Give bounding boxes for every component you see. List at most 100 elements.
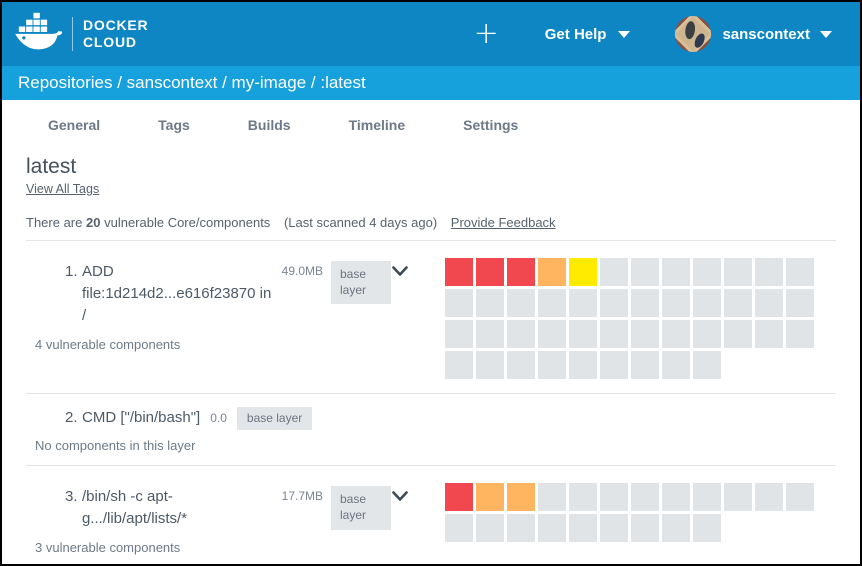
- get-help-menu[interactable]: Get Help: [545, 26, 631, 43]
- layer-row: 3. /bin/sh -c apt-g.../lib/apt/lists/* 1…: [26, 466, 836, 566]
- vuln-square-empty: [631, 258, 659, 286]
- vuln-square-empty: [600, 351, 628, 379]
- vuln-square-empty: [693, 320, 721, 348]
- chevron-down-icon[interactable]: [392, 264, 408, 282]
- user-menu[interactable]: sanscontext: [674, 15, 832, 53]
- vuln-square-empty: [755, 320, 783, 348]
- vuln-square-empty: [662, 483, 690, 511]
- vuln-square-empty: [569, 320, 597, 348]
- layer-row: 1. ADD file:1d214d2...e616f23870 in / 49…: [26, 241, 836, 393]
- layer-command: /bin/sh -c apt-g.../lib/apt/lists/*: [82, 486, 274, 530]
- scan-suffix: vulnerable Core/components: [104, 215, 270, 230]
- breadcrumb[interactable]: Repositories / sanscontext / my-image / …: [18, 73, 366, 93]
- layer-badge: base layer: [331, 261, 391, 304]
- vuln-square-empty: [600, 320, 628, 348]
- vuln-square-empty: [662, 258, 690, 286]
- vuln-square-empty: [600, 258, 628, 286]
- vuln-square-critical: [476, 258, 504, 286]
- tab-general[interactable]: General: [48, 117, 100, 133]
- vuln-square-empty: [662, 514, 690, 542]
- layer-number: 2.: [65, 407, 82, 429]
- vuln-square-empty: [662, 351, 690, 379]
- vuln-square-empty: [507, 320, 535, 348]
- vuln-square-empty: [600, 483, 628, 511]
- layer-note: 4 vulnerable components: [35, 337, 445, 352]
- vuln-square-empty: [662, 320, 690, 348]
- vuln-square-empty: [693, 483, 721, 511]
- vuln-square-empty: [693, 351, 721, 379]
- vuln-square-empty: [445, 514, 473, 542]
- vuln-square-empty: [445, 289, 473, 317]
- vuln-square-empty: [569, 351, 597, 379]
- vuln-square-empty: [507, 514, 535, 542]
- vuln-square-empty: [538, 351, 566, 379]
- vuln-square-empty: [724, 289, 752, 317]
- vuln-square-empty: [476, 351, 504, 379]
- vuln-square-empty: [631, 289, 659, 317]
- view-all-tags-link[interactable]: View All Tags: [26, 182, 99, 196]
- vuln-square-empty: [786, 258, 814, 286]
- layer-note: No components in this layer: [35, 438, 312, 453]
- layers-list: 1. ADD file:1d214d2...e616f23870 in / 49…: [26, 241, 836, 566]
- vuln-square-empty: [569, 289, 597, 317]
- vuln-square-empty: [538, 514, 566, 542]
- vuln-square-empty: [755, 289, 783, 317]
- vuln-square-empty: [538, 320, 566, 348]
- vuln-square-empty: [476, 289, 504, 317]
- tabs-row: General Tags Builds Timeline Settings: [2, 100, 860, 146]
- vuln-square-critical: [445, 258, 473, 286]
- page-title: latest: [26, 155, 836, 179]
- tab-tags[interactable]: Tags: [158, 117, 190, 133]
- scan-prefix: There are: [26, 215, 82, 230]
- layer-badge: base layer: [331, 486, 391, 529]
- chevron-down-icon: [820, 31, 832, 38]
- vuln-square-high: [507, 483, 535, 511]
- vuln-square-empty: [693, 514, 721, 542]
- layer-badge: base layer: [237, 407, 312, 430]
- docker-whale-icon: [14, 11, 62, 58]
- app-window: DOCKER CLOUD + Get Help: [0, 0, 862, 566]
- brand-text: DOCKER CLOUD: [83, 17, 148, 51]
- vulnerability-grid: [445, 483, 817, 542]
- layer-size: 0.0: [210, 411, 227, 425]
- vuln-square-empty: [569, 514, 597, 542]
- vuln-square-empty: [724, 258, 752, 286]
- vuln-square-critical: [445, 483, 473, 511]
- provide-feedback-link[interactable]: Provide Feedback: [451, 215, 556, 230]
- layer-note: 3 vulnerable components: [35, 540, 445, 555]
- vuln-square-empty: [600, 514, 628, 542]
- vuln-square-empty: [631, 483, 659, 511]
- app-header: DOCKER CLOUD + Get Help: [2, 2, 860, 66]
- vuln-square-empty: [476, 514, 504, 542]
- vuln-square-empty: [724, 483, 752, 511]
- docker-logo[interactable]: DOCKER CLOUD: [14, 11, 148, 58]
- vuln-square-empty: [445, 351, 473, 379]
- tab-settings[interactable]: Settings: [463, 117, 518, 133]
- tab-builds[interactable]: Builds: [248, 117, 291, 133]
- vuln-square-empty: [631, 514, 659, 542]
- vuln-square-empty: [631, 351, 659, 379]
- vuln-square-empty: [786, 320, 814, 348]
- vuln-square-empty: [786, 483, 814, 511]
- plus-icon[interactable]: +: [474, 19, 499, 49]
- vulnerability-grid: [445, 258, 817, 379]
- vuln-square-empty: [786, 289, 814, 317]
- layer-row: 2. CMD ["/bin/bash"] 0.0 base layer No c…: [26, 394, 836, 465]
- vuln-square-empty: [693, 258, 721, 286]
- user-avatar[interactable]: [674, 15, 712, 53]
- layer-command: CMD ["/bin/bash"]: [82, 407, 200, 429]
- tab-timeline[interactable]: Timeline: [349, 117, 406, 133]
- vuln-square-empty: [662, 289, 690, 317]
- chevron-down-icon[interactable]: [392, 489, 408, 507]
- vuln-square-empty: [538, 289, 566, 317]
- vuln-square-medium: [569, 258, 597, 286]
- scan-age: (Last scanned 4 days ago): [284, 215, 437, 230]
- vuln-square-high: [476, 483, 504, 511]
- vuln-square-empty: [507, 289, 535, 317]
- breadcrumb-bar: Repositories / sanscontext / my-image / …: [2, 66, 860, 100]
- vuln-square-high: [538, 258, 566, 286]
- layer-size: 17.7MB: [275, 489, 323, 503]
- layer-size: 49.0MB: [275, 264, 323, 278]
- vuln-square-empty: [538, 483, 566, 511]
- content: latest View All Tags There are 20 vulner…: [2, 155, 860, 566]
